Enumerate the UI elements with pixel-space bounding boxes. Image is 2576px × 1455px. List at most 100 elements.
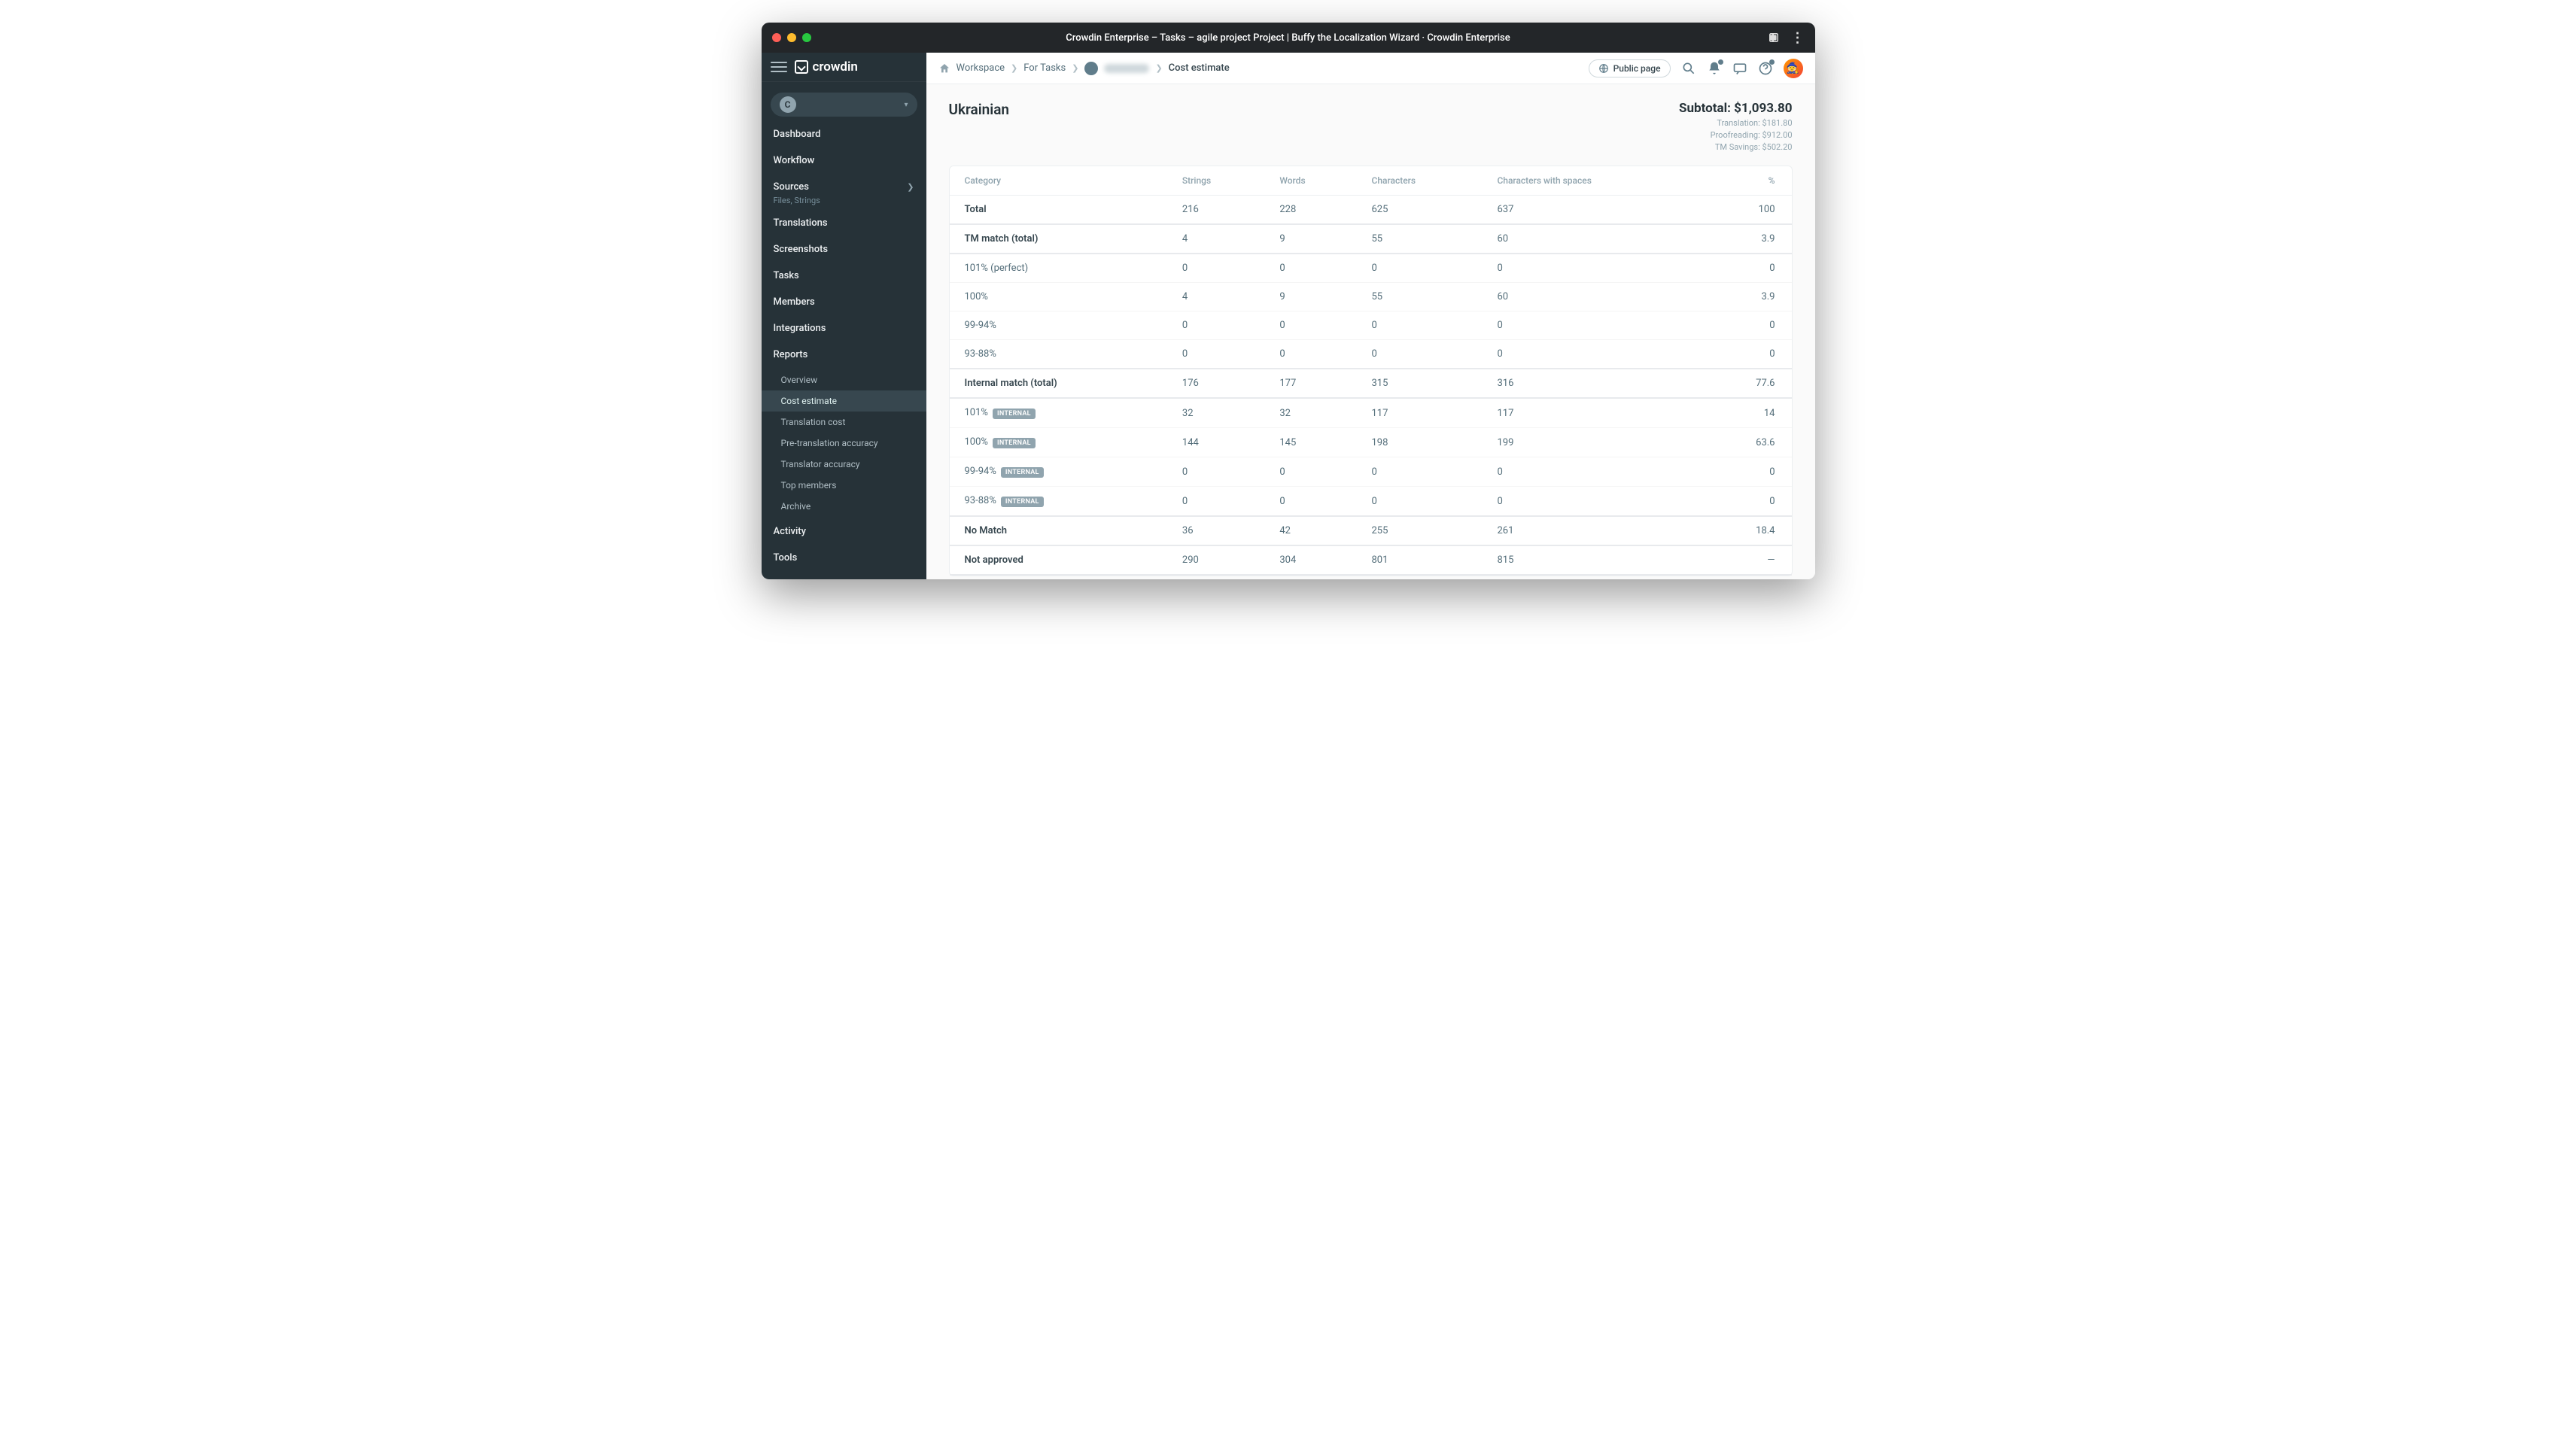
sidebar-item-integrations[interactable]: Integrations: [762, 315, 926, 342]
table-cell: 637: [1485, 196, 1703, 225]
category-cell: 93-88%: [950, 340, 1170, 369]
table-cell: 0: [1267, 457, 1359, 487]
subtotal-line: Subtotal: $1,093.80: [1679, 101, 1792, 116]
sidebar-subitem-translation-cost[interactable]: Translation cost: [762, 412, 926, 433]
table-cell: 60: [1485, 283, 1703, 311]
minimize-window-button[interactable]: [787, 33, 796, 42]
table-row: 100%INTERNAL14414519819963.6: [950, 428, 1792, 457]
extension-icon[interactable]: [1767, 31, 1781, 44]
table-cell: 3.9: [1704, 224, 1792, 254]
titlebar-actions: ⋮: [1767, 30, 1805, 46]
sidebar-item-screenshots[interactable]: Screenshots: [762, 236, 926, 263]
table-cell: 0: [1360, 254, 1486, 283]
table-cell: 0: [1704, 487, 1792, 517]
table-header-cell: Characters: [1360, 166, 1486, 196]
table-cell: 0: [1360, 311, 1486, 340]
sidebar-item-reports[interactable]: Reports: [762, 342, 926, 368]
sidebar-item-translations[interactable]: Translations: [762, 210, 926, 236]
category-name: 101% (perfect): [965, 263, 1029, 274]
sidebar-subitem-overview[interactable]: Overview: [762, 369, 926, 390]
table-cell: 60: [1485, 224, 1703, 254]
maximize-window-button[interactable]: [802, 33, 811, 42]
window-title: Crowdin Enterprise – Tasks – agile proje…: [1066, 32, 1510, 44]
table-cell: 177: [1267, 369, 1359, 398]
public-page-button[interactable]: Public page: [1589, 59, 1671, 77]
sidebar-item-label: Activity: [774, 526, 807, 537]
table-cell: 4: [1170, 224, 1267, 254]
organization-avatar: C: [780, 96, 796, 113]
organization-picker[interactable]: C ▾: [771, 93, 917, 117]
menu-toggle-button[interactable]: [771, 59, 787, 75]
table-cell: 304: [1267, 545, 1359, 575]
table-cell: 0: [1485, 487, 1703, 517]
category-name: No Match: [965, 525, 1008, 536]
browser-menu-button[interactable]: ⋮: [1791, 30, 1805, 46]
main-panel: Workspace ❯ For Tasks ❯ ❯ Cost estimate …: [926, 53, 1815, 579]
table-cell: 36: [1170, 516, 1267, 545]
table-cell: 14: [1704, 398, 1792, 428]
sidebar-subitem-translator-accuracy[interactable]: Translator accuracy: [762, 454, 926, 475]
table-cell: 42: [1267, 516, 1359, 545]
internal-badge: INTERNAL: [1001, 467, 1044, 478]
crowdin-logo[interactable]: crowdin: [795, 59, 858, 74]
breadcrumb-avatar[interactable]: [1084, 62, 1098, 75]
table-cell: 216: [1170, 196, 1267, 225]
help-button[interactable]: [1758, 61, 1773, 76]
table-cell: 63.6: [1704, 428, 1792, 457]
sidebar-subitem-top-members[interactable]: Top members: [762, 475, 926, 496]
table-cell: 0: [1485, 457, 1703, 487]
category-name: 93-88%: [965, 495, 996, 506]
category-name: 93-88%: [965, 348, 996, 360]
messages-button[interactable]: [1732, 61, 1747, 76]
user-avatar[interactable]: 🧙: [1784, 59, 1803, 78]
sidebar-subitem-archive[interactable]: Archive: [762, 496, 926, 517]
sidebar-header: crowdin: [762, 53, 926, 82]
category-name: Internal match (total): [965, 378, 1057, 389]
table-cell: 55: [1360, 283, 1486, 311]
sidebar-item-tools[interactable]: Tools: [762, 545, 926, 571]
sidebar-item-tasks[interactable]: Tasks: [762, 263, 926, 289]
chevron-right-icon: ❯: [1155, 63, 1162, 73]
sidebar-item-label: Dashboard: [774, 129, 821, 140]
sidebar-item-dashboard[interactable]: Dashboard: [762, 121, 926, 147]
sidebar-item-members[interactable]: Members: [762, 289, 926, 315]
table-header-cell: %: [1704, 166, 1792, 196]
sidebar-item-settings[interactable]: Settings❯: [762, 571, 926, 579]
table-cell: 0: [1485, 340, 1703, 369]
close-window-button[interactable]: [772, 33, 781, 42]
breadcrumb-for-tasks[interactable]: For Tasks: [1023, 62, 1066, 74]
category-cell: TM match (total): [950, 224, 1170, 254]
search-button[interactable]: [1681, 61, 1696, 76]
home-icon[interactable]: [938, 62, 950, 74]
sidebar-subitem-cost-estimate[interactable]: Cost estimate: [762, 390, 926, 412]
table-cell: 0: [1360, 487, 1486, 517]
notifications-button[interactable]: [1707, 61, 1722, 76]
topbar-actions: Public page �: [1589, 59, 1803, 78]
sidebar-nav: DashboardWorkflowSources❯Files, StringsT…: [762, 121, 926, 579]
table-cell: 261: [1485, 516, 1703, 545]
sidebar-item-activity[interactable]: Activity: [762, 518, 926, 545]
table-cell: 4: [1170, 283, 1267, 311]
table-header-cell: Words: [1267, 166, 1359, 196]
tm-savings-line: TM Savings: $502.20: [1679, 142, 1792, 152]
category-name: 100%: [965, 436, 988, 448]
chevron-right-icon: ❯: [907, 182, 914, 192]
crowdin-logo-text: crowdin: [813, 59, 858, 74]
table-row: 100%4955603.9: [950, 283, 1792, 311]
table-cell: 9: [1267, 283, 1359, 311]
table-cell: 0: [1704, 311, 1792, 340]
sidebar-item-workflow[interactable]: Workflow: [762, 147, 926, 174]
table-cell: 228: [1267, 196, 1359, 225]
sidebar-item-label: Screenshots: [774, 244, 829, 255]
sidebar: crowdin C ▾ DashboardWorkflowSources❯Fil…: [762, 53, 926, 579]
category-cell: 99-94%INTERNAL: [950, 457, 1170, 487]
sidebar-subitem-pre-translation-accuracy[interactable]: Pre-translation accuracy: [762, 433, 926, 454]
table-row: Internal match (total)17617731531677.6: [950, 369, 1792, 398]
table-cell: 145: [1267, 428, 1359, 457]
category-cell: 101%INTERNAL: [950, 398, 1170, 428]
table-body: Total216228625637100TM match (total)4955…: [950, 196, 1792, 576]
app-body: crowdin C ▾ DashboardWorkflowSources❯Fil…: [762, 53, 1815, 579]
breadcrumb-workspace[interactable]: Workspace: [956, 62, 1005, 74]
public-page-label: Public page: [1613, 63, 1661, 74]
traffic-lights: [772, 33, 811, 42]
